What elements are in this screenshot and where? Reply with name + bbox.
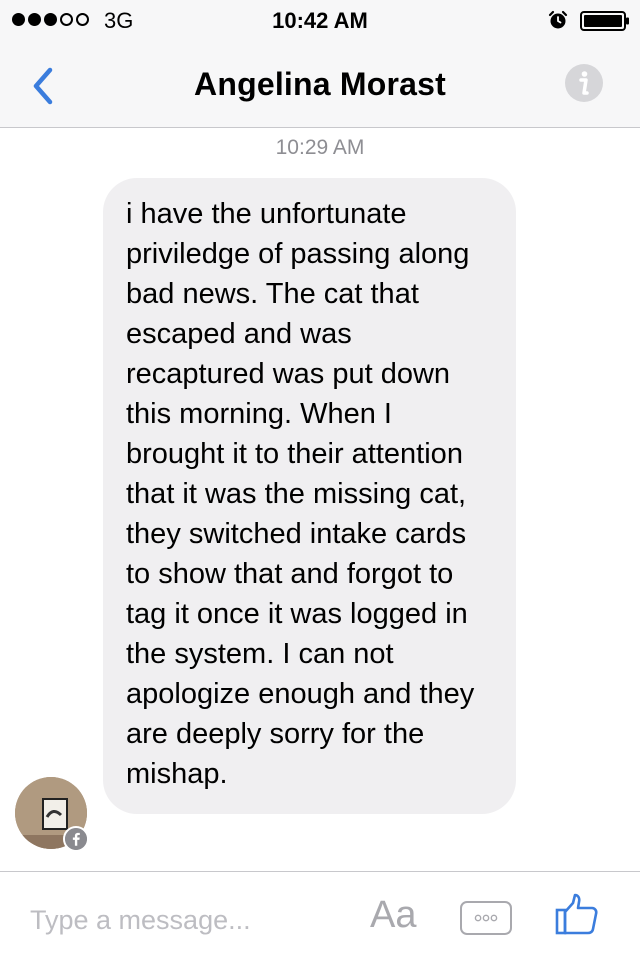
message-text: i have the unfortunate priviledge of pas…: [126, 198, 475, 790]
contact-name: Angelina Morast: [194, 66, 446, 102]
text-style-button[interactable]: Aa: [370, 894, 416, 937]
alarm-icon: [548, 10, 568, 29]
info-icon[interactable]: [564, 63, 604, 103]
messenger-screen: 3G 10:42 AM Angelina Morast 10:29 AM i h…: [0, 0, 640, 960]
more-options-icon[interactable]: [460, 901, 512, 935]
status-time: 10:42 AM: [272, 8, 368, 33]
facebook-badge-icon: [63, 826, 89, 852]
status-bar: 3G 10:42 AM: [0, 0, 640, 40]
battery-icon: [580, 11, 629, 31]
message-timestamp: 10:29 AM: [275, 136, 365, 159]
conversation-thread[interactable]: 10:29 AM i have the unfortunate priviled…: [0, 129, 640, 871]
thumbs-up-icon[interactable]: [554, 891, 600, 937]
incoming-message-bubble[interactable]: i have the unfortunate priviledge of pas…: [103, 178, 516, 814]
nav-bar: Angelina Morast: [0, 40, 640, 128]
message-input[interactable]: [30, 900, 330, 940]
message-composer: Aa: [0, 871, 640, 960]
